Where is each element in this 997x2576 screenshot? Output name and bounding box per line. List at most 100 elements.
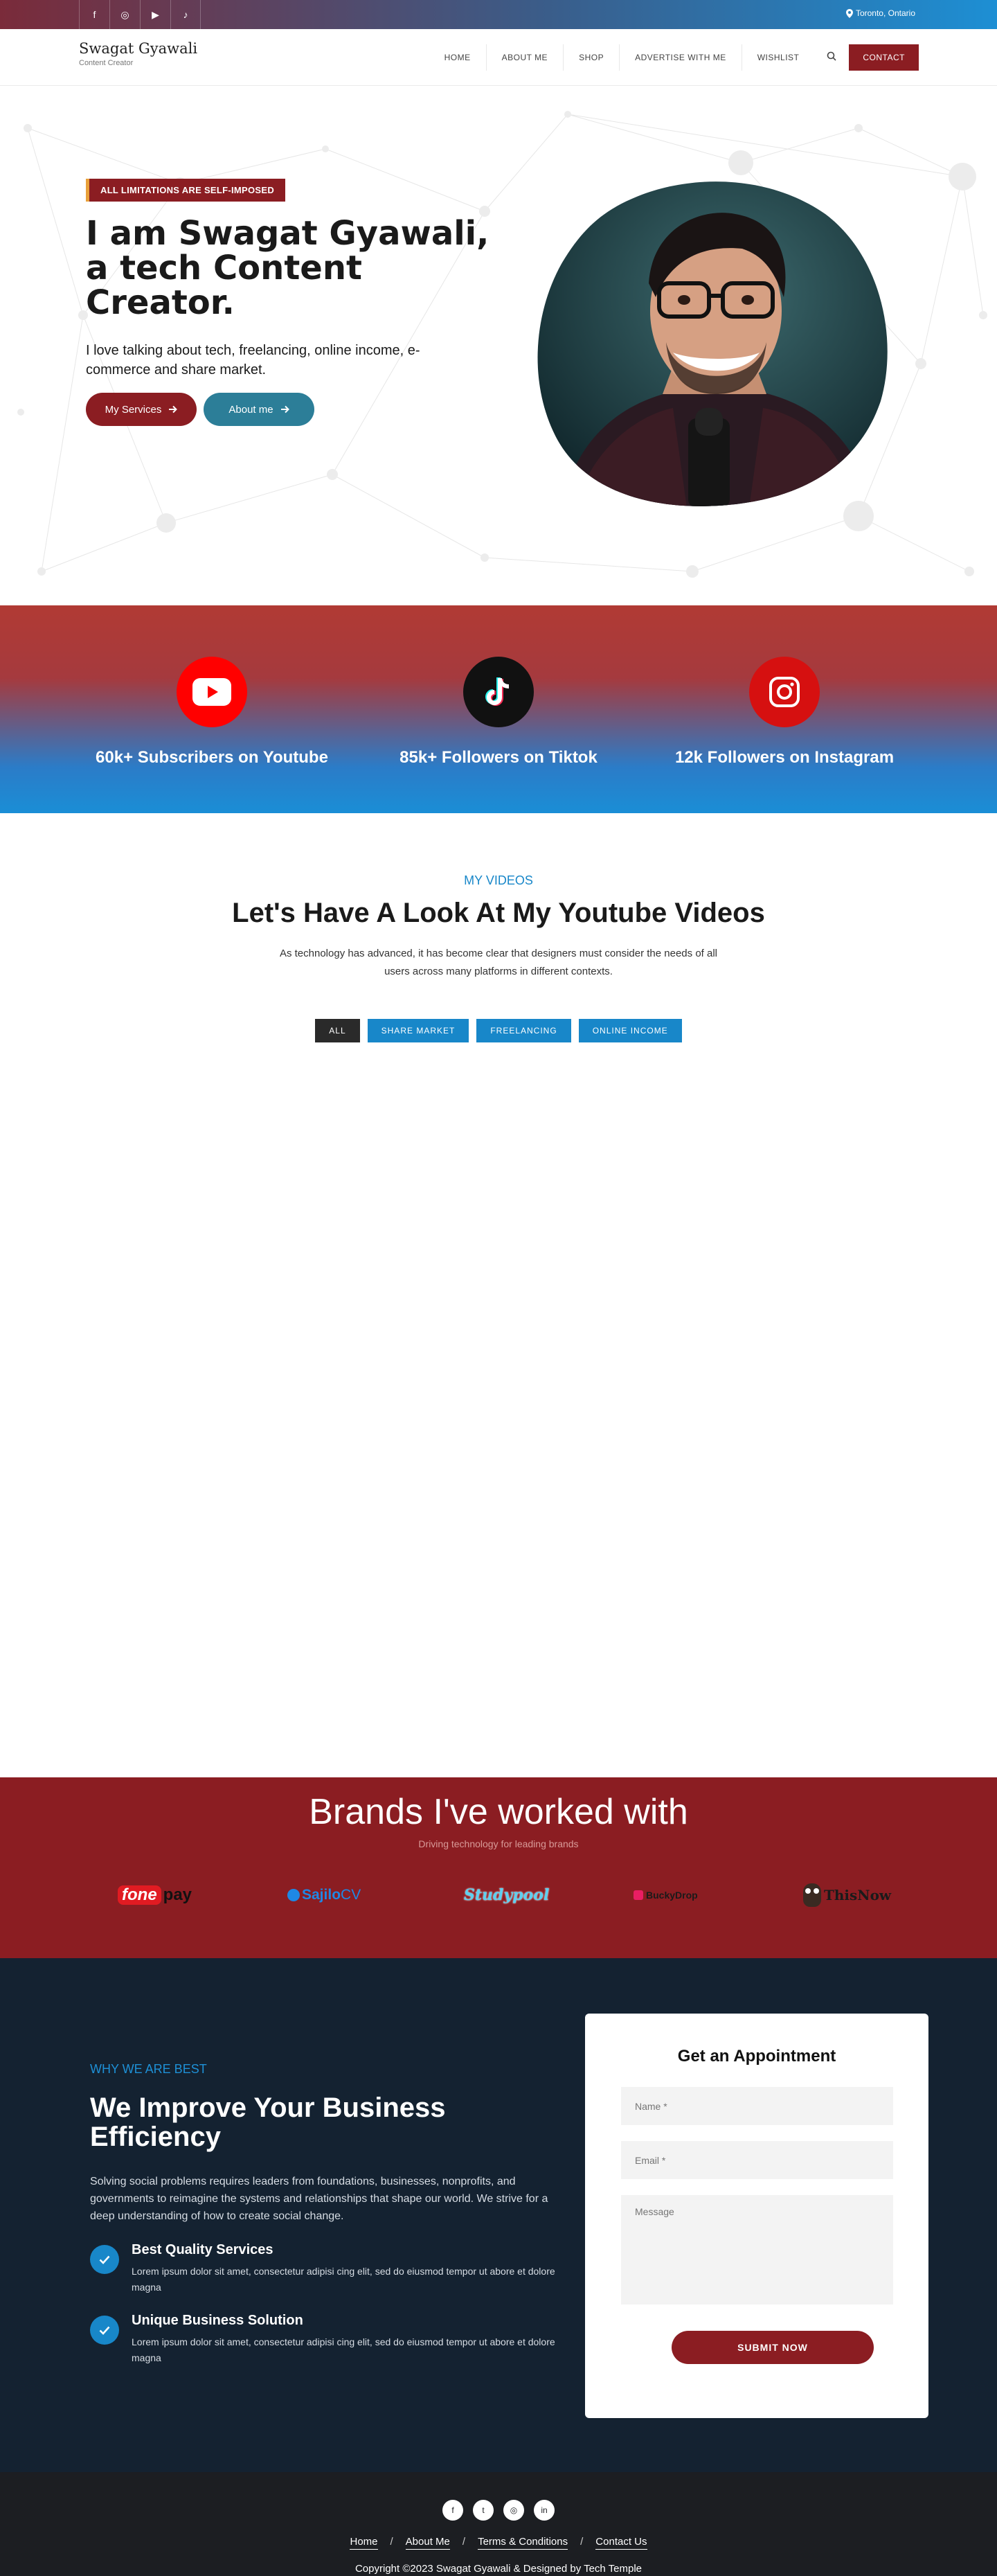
brand-logo-buckydrop-mark [634,1890,643,1900]
brands-section: Brands I've worked with Driving technolo… [0,1777,997,1958]
video-filters: ALL SHARE MARKET FREELANCING ONLINE INCO… [0,1019,997,1042]
arrow-right-icon [280,405,289,414]
feature-item: Best Quality Services Lorem ipsum dolor … [90,2242,568,2295]
business-title: We Improve Your Business Efficiency [90,2093,446,2152]
site-brand[interactable]: Swagat Gyawali Content Creator [79,40,197,67]
stat-label: 60k+ Subscribers on Youtube [96,748,328,767]
top-bar: f ◎ ▶ ♪ Toronto, Ontario [0,0,997,29]
nav-item-wishlist[interactable]: WISHLIST [742,44,815,71]
footer-link-contact[interactable]: Contact Us [595,2536,647,2550]
email-field[interactable] [621,2141,893,2179]
footer-link-home[interactable]: Home [350,2536,378,2550]
topbar-social-links: f ◎ ▶ ♪ [79,0,201,29]
location-text: Toronto, Ontario [855,8,915,18]
hero-badge: ALL LIMITATIONS ARE SELF-IMPOSED [86,179,286,202]
business-intro: Solving social problems requires leaders… [90,2176,548,2222]
stat-tiktok[interactable]: 85k+ Followers on Tiktok [367,657,630,767]
filter-online-income[interactable]: ONLINE INCOME [578,1019,682,1042]
copyright: Copyright ©2023 Swagat Gyawali & Designe… [354,2563,643,2575]
brand-logo-fonepay: fone pay [118,1874,192,1916]
youtube-icon[interactable]: ▶ [140,0,170,29]
feature-title: Best Quality Services [132,2242,273,2257]
brand-logo-buckydrop-a: BuckyDrop [646,1890,698,1901]
brand-logo-thisnow: This Now [803,1874,891,1916]
business-eyebrow: WHY WE ARE BEST [90,2062,207,2076]
brands-subtitle: Driving technology for leading brands [418,1838,579,1849]
nav-item-advertise[interactable]: ADVERTISE WITH ME [620,44,742,71]
brand-logo-thisnow-b: Now [857,1887,892,1903]
nav-item-home[interactable]: HOME [429,44,487,71]
tiktok-icon [463,657,534,727]
brand-logos: fone pay Sajilo CV Studypool BuckyDrop T… [111,1874,893,1916]
brand-logo-fonepay-a: fone [118,1885,161,1905]
footer-separator: / [390,2536,393,2548]
appointment-form: Get an Appointment SUBMIT NOW [585,2014,928,2418]
check-icon [90,2316,119,2345]
instagram-icon[interactable]: ◎ [503,2500,524,2521]
feature-item: Unique Business Solution Lorem ipsum dol… [90,2313,568,2366]
owl-icon [803,1883,821,1907]
brand-tagline: Content Creator [79,59,134,67]
nav-item-about-me[interactable]: ABOUT ME [487,44,564,71]
message-field[interactable] [621,2195,893,2304]
about-me-button[interactable]: About me [204,393,314,426]
about-me-label: About me [228,403,273,416]
videos-description: As technology has advanced, it has becom… [279,948,718,977]
feature-title: Unique Business Solution [132,2313,303,2328]
footer-link-terms[interactable]: Terms & Conditions [478,2536,568,2550]
brand-logo-studypool: Studypool [464,1874,549,1916]
brand-logo-sajilocv-b: CV [341,1887,361,1903]
brand-logo-thisnow-a: This [824,1887,858,1903]
social-stats-section: 60k+ Subscribers on Youtube 85k+ Followe… [0,605,997,813]
feature-text: Lorem ipsum dolor sit amet, consectetur … [132,2266,555,2293]
name-field[interactable] [621,2087,893,2125]
hero-section: ALL LIMITATIONS ARE SELF-IMPOSED I am Sw… [0,87,997,605]
linkedin-icon[interactable]: in [534,2500,555,2521]
location: Toronto, Ontario [845,8,915,18]
brand-name: Swagat Gyawali [79,40,198,57]
feature-text: Lorem ipsum dolor sit amet, consectetur … [132,2336,555,2363]
submit-button[interactable]: SUBMIT NOW [672,2331,874,2364]
map-pin-icon [845,8,853,18]
site-header: Swagat Gyawali Content Creator HOME ABOU… [0,29,997,86]
site-footer: f t ◎ in Home / About Me / Terms & Condi… [0,2472,997,2576]
brand-logo-sajilocv: Sajilo CV [287,1874,361,1916]
my-services-button[interactable]: My Services [86,393,197,426]
filter-all[interactable]: ALL [315,1019,360,1042]
facebook-icon[interactable]: f [442,2500,463,2521]
business-section: WHY WE ARE BEST We Improve Your Business… [0,1958,997,2472]
brands-title: Brands I've worked with [309,1792,688,1832]
footer-separator: / [580,2536,584,2548]
contact-button[interactable]: CONTACT [849,44,919,71]
youtube-icon [177,657,247,727]
brand-logo-fonepay-b: pay [163,1885,192,1904]
filter-freelancing[interactable]: FREELANCING [476,1019,571,1042]
brand-logo-sajilocv-mark [287,1889,300,1901]
facebook-icon[interactable]: f [79,0,109,29]
stat-youtube[interactable]: 60k+ Subscribers on Youtube [80,657,343,767]
instagram-icon[interactable]: ◎ [109,0,140,29]
videos-eyebrow: MY VIDEOS [464,873,533,887]
stat-label: 12k Followers on Instagram [674,748,895,767]
search-icon[interactable] [814,51,849,64]
tiktok-icon[interactable]: ♪ [170,0,201,29]
nav-item-shop[interactable]: SHOP [564,44,620,71]
stat-label: 85k+ Followers on Tiktok [399,748,598,767]
instagram-icon [749,657,820,727]
check-icon [90,2245,119,2274]
footer-links: Home / About Me / Terms & Conditions / C… [0,2536,997,2550]
brand-logo-studypool-a: Studypool [464,1886,550,1904]
footer-link-about-me[interactable]: About Me [405,2536,450,2550]
filter-share-market[interactable]: SHARE MARKET [367,1019,469,1042]
form-title: Get an Appointment [677,2047,836,2066]
stat-instagram[interactable]: 12k Followers on Instagram [653,657,916,767]
hero-headline: I am Swagat Gyawali, a tech Content Crea… [86,214,489,322]
main-nav: HOME ABOUT ME SHOP ADVERTISE WITH ME WIS… [429,44,919,71]
arrow-right-icon [169,405,178,414]
videos-section: MY VIDEOS Let's Have A Look At My Youtub… [0,813,997,1777]
twitter-icon[interactable]: t [473,2500,494,2521]
footer-separator: / [462,2536,466,2548]
my-services-label: My Services [105,403,162,416]
brand-logo-sajilocv-a: Sajilo [302,1887,341,1903]
brand-logo-buckydrop: BuckyDrop [634,1874,698,1916]
